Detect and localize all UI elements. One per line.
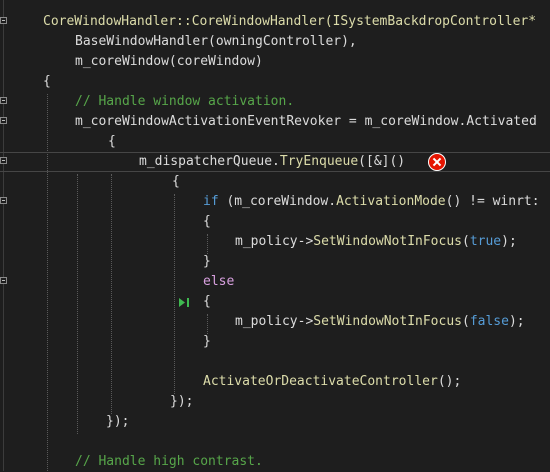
code-token: ( bbox=[462, 314, 470, 329]
code-line[interactable]: // Handle high contrast. bbox=[0, 452, 550, 472]
code-line[interactable]: { bbox=[0, 132, 550, 152]
code-line[interactable]: m_policy->SetWindowNotInFocus(true); bbox=[0, 232, 550, 252]
code-token: CoreWindowHandler::CoreWindowHandler(ISy… bbox=[43, 14, 537, 29]
code-line[interactable]: { bbox=[0, 172, 550, 192]
code-text: m_policy->SetWindowNotInFocus(true); bbox=[235, 232, 517, 252]
code-text: { bbox=[203, 292, 211, 312]
code-token: // Handle window activation. bbox=[75, 94, 295, 109]
code-text: else bbox=[203, 272, 234, 292]
code-token: { bbox=[172, 174, 180, 189]
code-text: { bbox=[108, 132, 116, 152]
code-token: (); bbox=[437, 374, 462, 389]
code-text: }); bbox=[106, 412, 129, 432]
code-line[interactable]: // Handle window activation. bbox=[0, 92, 550, 112]
code-line[interactable]: { bbox=[0, 292, 550, 312]
code-token: }); bbox=[106, 414, 130, 429]
code-line[interactable]: ActivateOrDeactivateController(); bbox=[0, 372, 550, 392]
code-line[interactable]: if (m_coreWindow.ActivationMode() != win… bbox=[0, 192, 550, 212]
code-token: { bbox=[108, 134, 116, 149]
code-token: if bbox=[203, 194, 219, 209]
code-token: ); bbox=[501, 234, 517, 249]
code-token: ( bbox=[462, 234, 470, 249]
code-token: m_dispatcherQueue. bbox=[139, 154, 280, 169]
code-token: m_coreWindowActivationEventRevoker = m_c… bbox=[75, 114, 537, 129]
code-text: m_dispatcherQueue.TryEnqueue([&]() bbox=[139, 152, 405, 172]
code-line[interactable]: else bbox=[0, 272, 550, 292]
code-text: }); bbox=[170, 392, 193, 412]
code-text: // Handle window activation. bbox=[75, 92, 294, 112]
code-token: } bbox=[203, 254, 211, 269]
code-token: true bbox=[469, 234, 502, 249]
code-token: ActivateOrDeactivateController bbox=[203, 374, 438, 389]
code-line[interactable]: m_coreWindow(coreWindow) bbox=[0, 52, 550, 72]
code-text: } bbox=[203, 332, 211, 352]
code-line[interactable]: { bbox=[0, 72, 550, 92]
fold-toggle-icon[interactable] bbox=[0, 17, 7, 24]
code-token: { bbox=[43, 74, 51, 89]
code-line[interactable]: }); bbox=[0, 412, 550, 432]
code-token: // Handle high contrast. bbox=[75, 454, 263, 469]
code-text: ActivateOrDeactivateController(); bbox=[203, 372, 461, 392]
code-line[interactable]: m_coreWindowActivationEventRevoker = m_c… bbox=[0, 112, 550, 132]
code-token: { bbox=[203, 214, 211, 229]
code-token: { bbox=[203, 294, 211, 309]
code-token: }); bbox=[170, 394, 194, 409]
code-text: BaseWindowHandler(owningController), bbox=[75, 32, 357, 52]
code-text: m_policy->SetWindowNotInFocus(false); bbox=[235, 312, 525, 332]
code-line[interactable] bbox=[0, 352, 550, 372]
code-line[interactable]: m_policy->SetWindowNotInFocus(false); bbox=[0, 312, 550, 332]
fold-toggle-icon[interactable] bbox=[0, 97, 7, 104]
code-token: BaseWindowHandler(owningController), bbox=[75, 34, 357, 49]
code-token: () != winrt: bbox=[445, 194, 540, 209]
code-token: } bbox=[203, 334, 211, 349]
code-text: CoreWindowHandler::CoreWindowHandler(ISy… bbox=[43, 12, 536, 32]
code-text: { bbox=[203, 212, 211, 232]
fold-toggle-icon[interactable] bbox=[0, 197, 7, 204]
code-token: m_coreWindow(coreWindow) bbox=[75, 54, 263, 69]
code-text: { bbox=[172, 172, 180, 192]
code-token: (m_coreWindow. bbox=[218, 194, 337, 209]
error-circle-icon[interactable] bbox=[428, 153, 446, 171]
code-token: SetWindowNotInFocus bbox=[313, 314, 462, 329]
code-line[interactable]: } bbox=[0, 332, 550, 352]
code-text: // Handle high contrast. bbox=[75, 452, 263, 472]
code-token: ([&]() bbox=[358, 154, 406, 169]
run-to-cursor-icon[interactable] bbox=[179, 298, 191, 307]
code-line[interactable]: CoreWindowHandler::CoreWindowHandler(ISy… bbox=[0, 12, 550, 32]
fold-toggle-icon[interactable] bbox=[0, 117, 7, 124]
code-token: TryEnqueue bbox=[279, 154, 359, 169]
fold-toggle-icon[interactable] bbox=[0, 157, 7, 164]
code-line[interactable]: { bbox=[0, 212, 550, 232]
current-code-line[interactable]: m_dispatcherQueue.TryEnqueue([&]() bbox=[0, 152, 550, 172]
code-token: ActivationMode bbox=[336, 194, 446, 209]
code-text: m_coreWindow(coreWindow) bbox=[75, 52, 263, 72]
code-token: false bbox=[469, 314, 509, 329]
code-line[interactable]: }); bbox=[0, 392, 550, 412]
code-token: m_policy-> bbox=[235, 234, 314, 249]
code-token: else bbox=[203, 274, 235, 289]
code-text: m_coreWindowActivationEventRevoker = m_c… bbox=[75, 112, 537, 132]
code-text: } bbox=[203, 252, 211, 272]
code-text: { bbox=[43, 72, 51, 92]
code-token: ); bbox=[508, 314, 525, 329]
code-line[interactable]: BaseWindowHandler(owningController), bbox=[0, 32, 550, 52]
code-token: SetWindowNotInFocus bbox=[313, 234, 462, 249]
code-token: m_policy-> bbox=[235, 314, 314, 329]
code-line[interactable]: } bbox=[0, 252, 550, 272]
fold-toggle-icon[interactable] bbox=[0, 277, 7, 284]
code-line[interactable] bbox=[0, 432, 550, 452]
code-text: if (m_coreWindow.ActivationMode() != win… bbox=[203, 192, 540, 212]
code-editor[interactable]: CoreWindowHandler::CoreWindowHandler(ISy… bbox=[0, 0, 550, 471]
